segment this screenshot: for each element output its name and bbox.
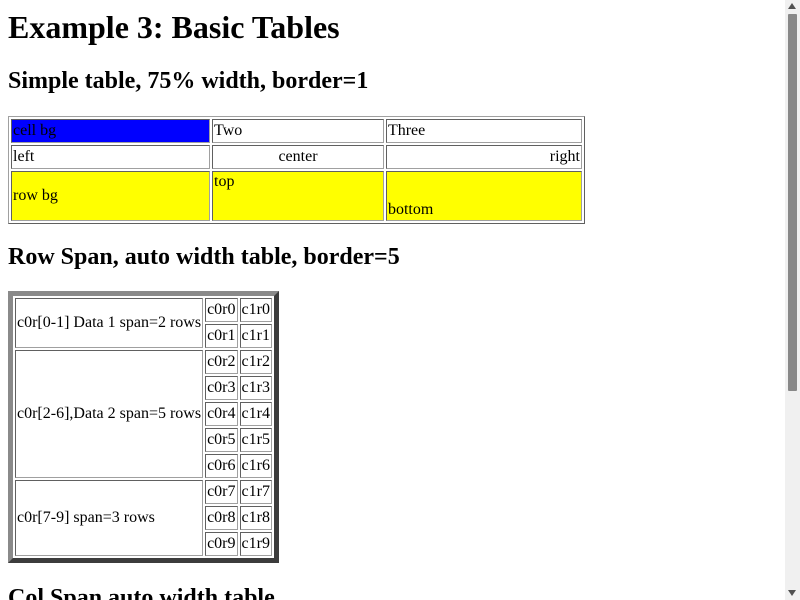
table-cell: c1r9: [239, 532, 272, 556]
table-cell-span: c0r[2-6],Data 2 span=5 rows: [15, 350, 204, 478]
table-cell: c1r4: [239, 402, 272, 426]
simple-table: cell bg Two Three left center right row …: [8, 116, 585, 224]
table-cell-row-bg: row bg: [11, 171, 211, 221]
table-cell: c0r0: [205, 298, 238, 322]
table-cell: c0r1: [205, 324, 238, 348]
table-cell: c0r6: [205, 454, 238, 478]
section-heading-row-span: Row Span, auto width table, border=5: [8, 244, 400, 270]
scrollbar-thumb[interactable]: [788, 14, 797, 391]
page-body: { "title": "Example 3: Basic Tables", "s…: [0, 0, 800, 600]
section-heading-simple-table: Simple table, 75% width, border=1: [8, 68, 369, 94]
table-cell: c0r3: [205, 376, 238, 400]
table-row: c0r[2-6],Data 2 span=5 rows c0r2 c1r2: [15, 350, 272, 478]
table-cell: Three: [385, 119, 582, 143]
table-cell: c0r4: [205, 402, 238, 426]
table-cell-bottom: bottom: [385, 171, 582, 221]
table-row: c0r[7-9] span=3 rows c0r7 c1r7: [15, 480, 272, 556]
table-cell-right: right: [385, 145, 582, 169]
table-cell: c1r0: [239, 298, 272, 322]
table-cell-left: left: [11, 145, 211, 169]
table-row: c0r[0-1] Data 1 span=2 rows c0r0 c1r0: [15, 298, 272, 348]
table-cell: c1r6: [239, 454, 272, 478]
table-cell: c0r8: [205, 506, 238, 530]
page-title: Example 3: Basic Tables: [8, 9, 340, 45]
table-row-row-bg: row bg top bottom: [11, 171, 582, 221]
table-row: cell bg Two Three: [11, 119, 582, 143]
table-row: left center right: [11, 145, 582, 169]
section-heading-col-span: Col Span auto width table: [8, 585, 275, 600]
table-cell-cell-bg: cell bg: [11, 119, 211, 143]
vertical-scrollbar[interactable]: [785, 0, 800, 600]
table-cell: c1r1: [239, 324, 272, 348]
table-cell: Two: [212, 119, 384, 143]
table-cell: c0r2: [205, 350, 238, 374]
table-cell: c1r5: [239, 428, 272, 452]
table-cell: c0r7: [205, 480, 238, 504]
table-cell-top: top: [212, 171, 384, 221]
table-cell-span: c0r[7-9] span=3 rows: [15, 480, 204, 556]
table-cell-center: center: [212, 145, 384, 169]
table-cell: c1r7: [239, 480, 272, 504]
table-cell-span: c0r[0-1] Data 1 span=2 rows: [15, 298, 204, 348]
table-cell: c0r5: [205, 428, 238, 452]
table-cell: c1r3: [239, 376, 272, 400]
document-page: Example 3: Basic Tables Simple table, 75…: [8, 0, 784, 600]
table-cell: c1r2: [239, 350, 272, 374]
rowspan-table: c0r[0-1] Data 1 span=2 rows c0r0 c1r0 c0…: [8, 291, 279, 563]
table-cell: c1r8: [239, 506, 272, 530]
table-cell: c0r9: [205, 532, 238, 556]
scroll-down-arrow-icon[interactable]: [788, 590, 796, 596]
scroll-up-arrow-icon[interactable]: [788, 3, 796, 9]
